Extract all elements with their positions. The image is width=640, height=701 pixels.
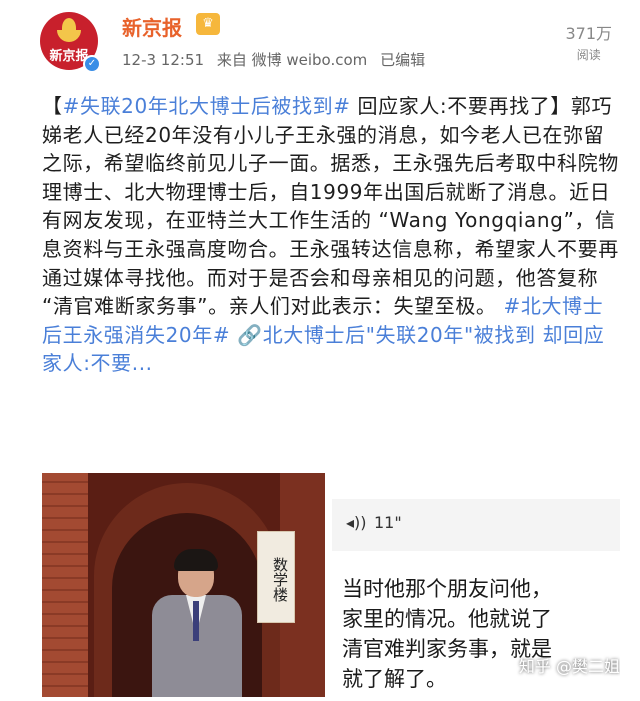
building-sign: 数学楼	[257, 531, 295, 623]
post-meta: 12-3 12:51 来自 微博 weibo.com 已编辑	[122, 49, 433, 70]
chat-screenshot-thumbnail[interactable]: ◂)) 11" 当时他那个朋友问他， 家里的情况。他就说了 清官难判家务事，就是…	[332, 473, 620, 697]
vip-crown-icon: ♛	[196, 13, 220, 35]
voice-message[interactable]: ◂)) 11"	[332, 499, 620, 551]
post-text: 【#失联20年北大博士后被找到# 回应家人:不要再找了】郭巧娣老人已经20年没有…	[42, 92, 620, 378]
subtitle-line: 家里的情况。他就说了	[342, 607, 552, 631]
subtitle-line: 就了解了。	[342, 667, 447, 691]
voice-duration: 11"	[374, 513, 402, 532]
title-close-bracket: 】	[550, 94, 571, 118]
voice-wave-icon: ◂))	[346, 513, 367, 532]
media-grid: 数学楼 ◂)) 11" 当时他那个朋友问他， 家里的情况。他就说了 清官难判家务…	[42, 473, 620, 697]
topic-link-lost-postdoc[interactable]: #失联20年北大博士后被找到#	[63, 94, 351, 118]
post-timestamp: 12-3 12:51	[122, 51, 205, 69]
title-open-bracket: 【	[42, 94, 63, 118]
subtitle-line: 当时他那个朋友问他，	[342, 577, 552, 601]
title-rest: 回应家人:不要再找了	[350, 94, 551, 118]
post-source[interactable]: 来自 微博 weibo.com	[217, 51, 367, 69]
read-count-value: 371万	[565, 24, 612, 43]
link-icon[interactable]: 🔗	[237, 323, 263, 347]
account-name[interactable]: 新京报	[122, 12, 182, 41]
read-count: 371万 阅读	[565, 20, 612, 63]
read-count-label: 阅读	[576, 48, 601, 62]
edited-label[interactable]: 已编辑	[380, 51, 425, 69]
post-header: 新京报 ✓ 新京报 ♛ 12-3 12:51 来自 微博 weibo.com 已…	[0, 0, 640, 80]
verified-badge-icon: ✓	[83, 55, 101, 73]
photo-thumbnail[interactable]: 数学楼	[42, 473, 325, 697]
watermark: 知乎 @樊二姐	[518, 657, 620, 676]
post-body: 郭巧娣老人已经20年没有小儿子王永强的消息，如今老人已在弥留之际，希望临终前见儿…	[42, 94, 619, 319]
